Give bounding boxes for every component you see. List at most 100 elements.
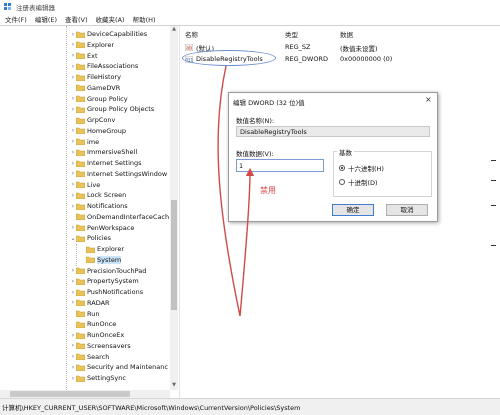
window-title: 注册表编辑器 [16,3,55,12]
tree-item-label: Group Policy [87,94,128,103]
dialog-title: 编辑 DWORD (32 位)值 [233,99,305,107]
base-group [333,151,432,197]
edit-dword-dialog: 编辑 DWORD (32 位)值 × 数值名称(N): DisableRegis… [228,92,438,222]
value-type: REG_DWORD [285,55,328,63]
folder-icon [86,257,95,264]
tree-item[interactable]: › Group Policy [70,94,128,104]
tree-item-label: PenWorkspace [87,223,135,232]
tree-item[interactable]: › FileHistory [70,72,121,82]
tree-item-label: Run [87,309,100,318]
tree-item[interactable]: Explorer [80,244,124,254]
tree-item[interactable]: System [80,255,122,265]
tree-item-label: Notifications [87,202,128,210]
tree-item[interactable]: › Notifications [70,201,128,211]
folder-icon [76,353,85,360]
tree-item-label: DeviceCapabilities [87,30,148,38]
close-icon[interactable]: × [425,95,432,104]
tree-vertical-scrollbar[interactable]: ▲ ▼ [170,26,178,390]
tree-item[interactable]: OnDemandInterfaceCach [70,212,169,222]
folder-icon [76,278,85,285]
tree-item[interactable]: › Lock Screen [70,190,126,200]
folder-icon [76,63,85,70]
value-name-label: 数值名称(N): [236,117,275,125]
tree-item[interactable]: › ime [70,137,99,147]
tree-item-label: SettingSync [87,374,126,382]
tree-item-label: RunOnce [87,320,117,329]
folder-icon [76,171,85,178]
tree-item-label: Explorer [87,40,115,49]
folder-icon [76,203,85,210]
folder-icon [76,310,85,317]
folder-icon [76,149,85,156]
tree-item[interactable]: › ImmersiveShell [70,147,137,157]
annotation-text: 禁用 [260,186,276,195]
column-header-type[interactable]: 类型 [285,29,298,39]
tree-item[interactable]: › RunOnceEx [70,330,124,340]
column-header-data[interactable]: 数据 [340,29,353,39]
tree-hscroll-thumb[interactable] [10,391,130,397]
decimal-radio[interactable]: 十进制(D) [339,177,429,187]
tree-item[interactable]: › Live [70,180,100,190]
value-data-input[interactable]: 1 [236,159,324,172]
tree-item[interactable]: › PushNotifications [70,287,143,297]
tree-item[interactable]: Run [70,309,99,319]
cancel-button[interactable]: 取消 [386,204,428,216]
menu-help[interactable]: 帮助(H) [133,14,156,24]
folder-icon [76,117,85,124]
tree-scroll-thumb[interactable] [171,200,177,310]
tree-item-label: PrecisionTouchPad [87,266,147,275]
menu-edit[interactable]: 编辑(E) [35,14,57,24]
tree-item[interactable]: GameDVR [70,83,120,93]
string-value-icon: ab [185,44,193,51]
tree-item[interactable]: › HomeGroup [70,126,126,136]
title-bar: 注册表编辑器 [0,0,500,13]
ok-button[interactable]: 确定 [332,204,374,216]
tree-guide-line [76,244,77,266]
folder-icon [76,160,85,167]
tree-item[interactable]: GrpConv [70,115,115,125]
tree-item-label: Policies [87,234,112,243]
tree-item-label: GrpConv [87,116,116,124]
folder-icon [76,332,85,339]
scroll-down-icon[interactable]: ▼ [170,382,178,390]
tree-item[interactable]: › Internet Settings [70,158,142,168]
tree-item-label: Explorer [97,245,125,253]
menu-favorites[interactable]: 收藏夹(A) [96,14,125,24]
tree-item-label: Lock Screen [87,191,127,200]
decimal-radio-label: 十进制(D) [348,179,378,187]
menu-bar: 文件(F) 编辑(E) 查看(V) 收藏夹(A) 帮助(H) [0,13,500,24]
folder-icon [76,31,85,38]
tree-item[interactable]: › PrecisionTouchPad [70,266,147,276]
hex-radio[interactable]: 十六进制(H) [339,163,429,173]
tree-item-label: GameDVR [87,83,121,92]
tree-item[interactable]: ⌄ Policies [70,233,111,243]
folder-icon [86,246,95,253]
folder-icon [76,128,85,135]
tree-item[interactable]: › SettingSync [70,373,126,383]
menu-file[interactable]: 文件(F) [5,14,27,24]
tree-item[interactable]: › PropertySystem [70,276,139,286]
tree-item[interactable]: › DeviceCapabilities [70,29,147,39]
tree-item[interactable]: › RADAR [70,298,110,308]
column-header-name[interactable]: 名称 [185,29,198,39]
tree-horizontal-scrollbar[interactable] [0,390,170,398]
tree-item[interactable]: › Search [70,352,110,362]
tree-item[interactable]: › Security and Maintenanc [70,362,168,372]
tree-item[interactable]: › Explorer [70,40,114,50]
tree-item[interactable]: › Ext [70,51,98,61]
tree-item[interactable]: › Internet SettingsWindow [70,169,167,179]
tree-item[interactable]: RunOnce [70,319,116,329]
folder-icon [76,235,85,242]
tree-item[interactable]: › Group Policy Objects [70,104,154,114]
tree-item[interactable]: › Screensavers [70,341,131,351]
tree-item-label: ime [87,137,100,146]
status-bar: 计算机\HKEY_CURRENT_USER\SOFTWARE\Microsoft… [0,398,500,415]
tree-item-label: Group Policy Objects [87,105,155,114]
scroll-up-icon[interactable]: ▲ [170,26,178,34]
tree-item-label: Search [87,352,110,361]
menu-view[interactable]: 查看(V) [65,14,88,24]
tree-item-label: PushNotifications [87,288,144,296]
tree-item[interactable]: › PenWorkspace [70,223,135,233]
tree-item-label: Security and Maintenanc [87,363,168,372]
tree-item[interactable]: › FileAssociations [70,61,138,71]
